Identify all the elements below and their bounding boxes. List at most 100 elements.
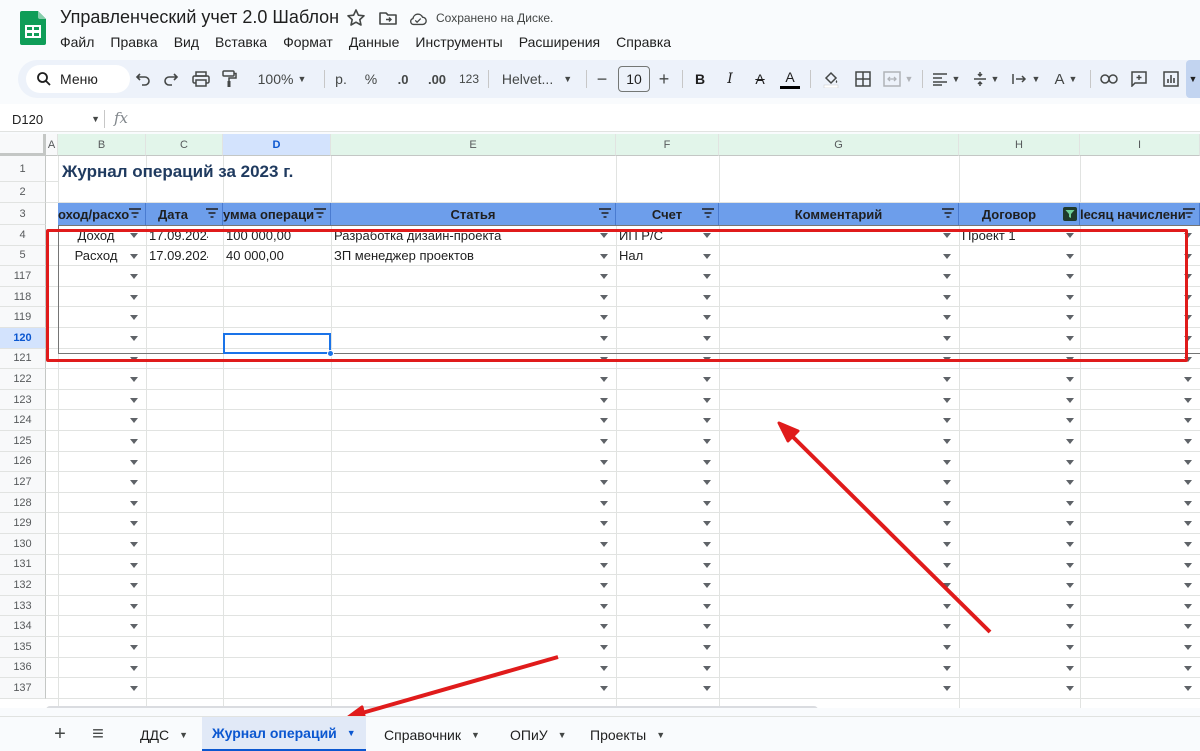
dropdown-caret-icon[interactable] xyxy=(600,624,608,630)
toolbar-more-button[interactable]: ▼ xyxy=(1186,60,1200,98)
header-date[interactable]: Дата xyxy=(146,203,223,225)
sheet-title[interactable]: Журнал операций за 2023 г. xyxy=(62,162,293,182)
dropdown-caret-icon[interactable] xyxy=(943,645,951,650)
filter-icon[interactable] xyxy=(1183,208,1195,218)
header-amount[interactable]: умма операци xyxy=(223,203,331,225)
sheet-tab-reference[interactable]: Справочник ▼ xyxy=(374,717,490,751)
filter-icon[interactable] xyxy=(599,208,611,218)
header-article[interactable]: Статья xyxy=(331,203,616,225)
dropdown-caret-icon[interactable] xyxy=(1066,459,1074,465)
dropdown-caret-icon[interactable] xyxy=(943,542,951,547)
dropdown-caret-icon[interactable] xyxy=(600,439,608,444)
dropdown-caret-icon[interactable] xyxy=(130,562,138,568)
dropdown-caret-icon[interactable] xyxy=(130,418,138,424)
dropdown-caret-icon[interactable] xyxy=(600,521,608,527)
currency-format-button[interactable]: р. xyxy=(330,60,352,98)
row-header[interactable]: 135 xyxy=(0,637,46,658)
insert-link-button[interactable] xyxy=(1096,60,1122,98)
menu-tools[interactable]: Инструменты xyxy=(407,32,510,52)
dropdown-caret-icon[interactable] xyxy=(703,439,711,444)
tab-caret-icon[interactable]: ▼ xyxy=(347,728,356,738)
menu-format[interactable]: Формат xyxy=(275,32,341,52)
redo-button[interactable] xyxy=(158,60,184,98)
dropdown-caret-icon[interactable] xyxy=(1184,521,1192,527)
insert-chart-button[interactable] xyxy=(1158,60,1184,98)
column-header-d[interactable]: D xyxy=(223,134,331,156)
column-header-e[interactable]: E xyxy=(331,134,616,156)
dropdown-caret-icon[interactable] xyxy=(943,459,951,465)
sheet-tab-pnl[interactable]: ОПиУ ▼ xyxy=(500,717,577,751)
dropdown-caret-icon[interactable] xyxy=(943,397,951,403)
vertical-align-button[interactable]: ▼ xyxy=(968,60,1004,98)
bold-button[interactable]: B xyxy=(688,60,712,98)
menu-edit[interactable]: Правка xyxy=(102,32,165,52)
dropdown-caret-icon[interactable] xyxy=(1184,583,1192,589)
undo-button[interactable] xyxy=(130,60,156,98)
dropdown-caret-icon[interactable] xyxy=(1184,418,1192,424)
name-box[interactable]: D120 ▼ xyxy=(12,109,100,129)
dropdown-caret-icon[interactable] xyxy=(703,377,711,383)
dropdown-caret-icon[interactable] xyxy=(1066,439,1074,444)
menu-extensions[interactable]: Расширения xyxy=(511,32,608,52)
column-header-a[interactable]: A xyxy=(46,134,58,156)
dropdown-caret-icon[interactable] xyxy=(943,377,951,383)
row-header[interactable]: 4 xyxy=(0,225,46,246)
dropdown-caret-icon[interactable] xyxy=(1066,397,1074,403)
dropdown-caret-icon[interactable] xyxy=(703,624,711,630)
menu-file[interactable]: Файл xyxy=(52,32,102,52)
header-comment[interactable]: Комментарий xyxy=(719,203,959,225)
header-income-expense[interactable]: оход/расхо xyxy=(58,203,146,225)
fill-color-button[interactable] xyxy=(818,60,844,98)
sheet-tab-dds[interactable]: ДДС ▼ xyxy=(130,717,198,751)
row-header[interactable]: 2 xyxy=(0,182,46,203)
dropdown-caret-icon[interactable] xyxy=(943,665,951,671)
dropdown-caret-icon[interactable] xyxy=(703,562,711,568)
dropdown-caret-icon[interactable] xyxy=(1066,521,1074,527)
zoom-select[interactable]: 100% ▼ xyxy=(248,60,316,98)
dropdown-caret-icon[interactable] xyxy=(1184,542,1192,547)
dropdown-caret-icon[interactable] xyxy=(703,397,711,403)
menu-help[interactable]: Справка xyxy=(608,32,679,52)
italic-button[interactable]: I xyxy=(718,60,742,98)
row-header[interactable]: 133 xyxy=(0,595,46,617)
dropdown-caret-icon[interactable] xyxy=(943,439,951,444)
dropdown-caret-icon[interactable] xyxy=(1066,562,1074,568)
dropdown-caret-icon[interactable] xyxy=(1184,459,1192,465)
menu-search-button[interactable]: Меню xyxy=(26,65,130,93)
dropdown-caret-icon[interactable] xyxy=(703,500,711,506)
column-header-f[interactable]: F xyxy=(616,134,719,156)
decrease-decimals-button[interactable]: .0 xyxy=(390,60,416,98)
dropdown-caret-icon[interactable] xyxy=(130,603,138,609)
dropdown-caret-icon[interactable] xyxy=(943,418,951,424)
tab-caret-icon[interactable]: ▼ xyxy=(179,730,188,740)
insert-comment-button[interactable] xyxy=(1126,60,1152,98)
borders-button[interactable] xyxy=(850,60,876,98)
increase-font-size-button[interactable]: + xyxy=(654,60,674,98)
select-all-corner[interactable] xyxy=(0,134,46,156)
row-header[interactable]: 127 xyxy=(0,472,46,493)
move-folder-icon[interactable] xyxy=(378,8,398,28)
filter-icon[interactable] xyxy=(702,208,714,218)
dropdown-caret-icon[interactable] xyxy=(600,377,608,383)
dropdown-caret-icon[interactable] xyxy=(130,439,138,444)
tab-caret-icon[interactable]: ▼ xyxy=(471,730,480,740)
dropdown-caret-icon[interactable] xyxy=(130,686,138,692)
filter-icon[interactable] xyxy=(942,208,954,218)
dropdown-caret-icon[interactable] xyxy=(1066,645,1074,650)
dropdown-caret-icon[interactable] xyxy=(600,480,608,486)
dropdown-caret-icon[interactable] xyxy=(703,665,711,671)
dropdown-caret-icon[interactable] xyxy=(1066,624,1074,630)
dropdown-caret-icon[interactable] xyxy=(1184,645,1192,650)
row-header[interactable]: 120 xyxy=(0,328,46,349)
dropdown-caret-icon[interactable] xyxy=(130,500,138,506)
row-header[interactable]: 121 xyxy=(0,348,46,370)
row-header[interactable]: 124 xyxy=(0,410,46,431)
horizontal-align-button[interactable]: ▼ xyxy=(928,60,964,98)
horizontal-scrollbar[interactable] xyxy=(46,706,818,708)
dropdown-caret-icon[interactable] xyxy=(943,480,951,486)
strikethrough-button[interactable]: A xyxy=(748,60,772,98)
filter-icon[interactable] xyxy=(206,208,218,218)
formula-input[interactable] xyxy=(140,108,1190,128)
document-title[interactable]: Управленческий учет 2.0 Шаблон xyxy=(60,7,339,28)
font-size-input[interactable]: 10 xyxy=(618,66,650,92)
